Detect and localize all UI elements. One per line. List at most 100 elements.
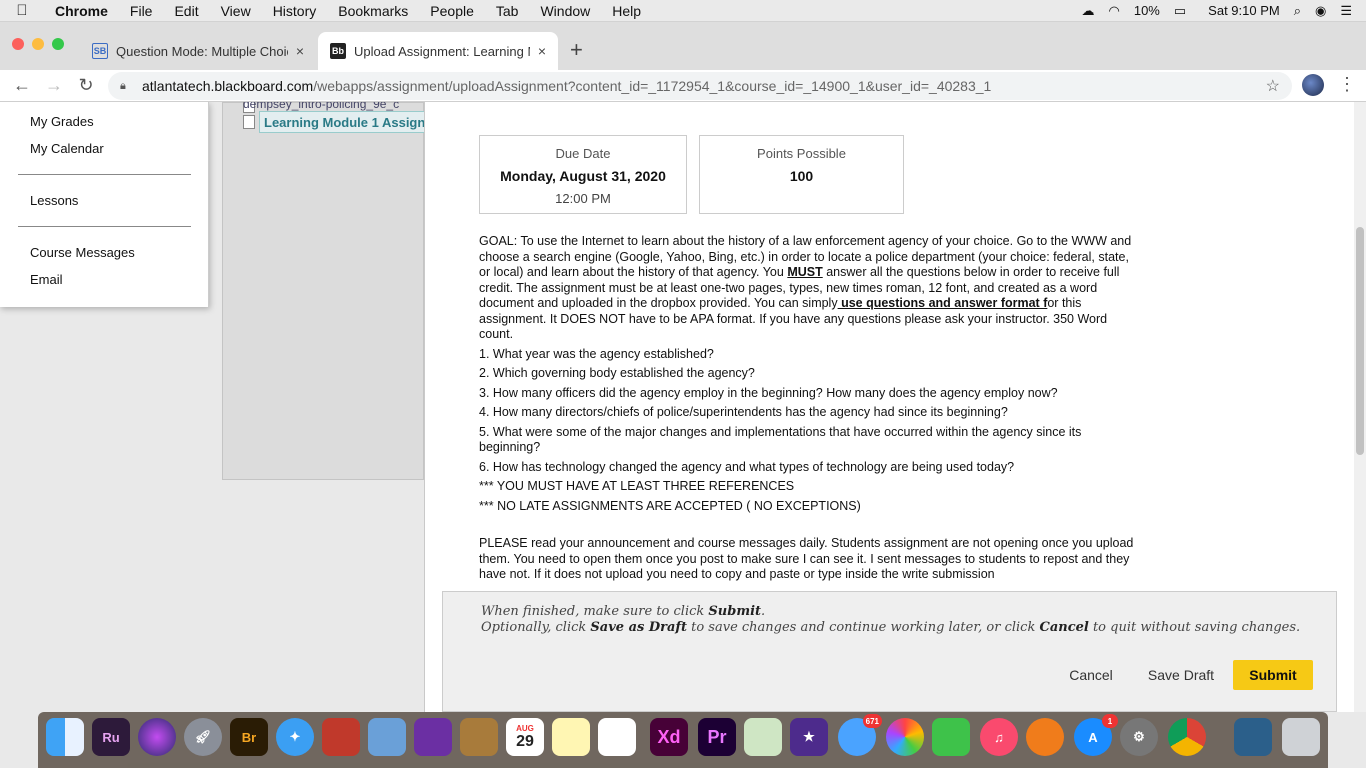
tab-question-mode[interactable]: SB Question Mode: Multiple Choic ×: [80, 32, 316, 70]
save-draft-button[interactable]: Save Draft: [1137, 660, 1225, 690]
due-date-card: Due Date Monday, August 31, 2020 12:00 P…: [479, 135, 687, 214]
tab-upload-assignment[interactable]: Bb Upload Assignment: Learning M ×: [318, 32, 558, 70]
system-preferences-icon[interactable]: ⚙: [1120, 718, 1158, 756]
document-icon: [243, 115, 255, 129]
battery-icon[interactable]: ▭: [1174, 3, 1186, 19]
new-tab-button[interactable]: +: [570, 37, 583, 63]
sb-favicon-icon: SB: [92, 43, 108, 59]
note-text: to quit without saving changes.: [1088, 620, 1301, 635]
creative-cloud-icon[interactable]: ☁: [1082, 3, 1095, 19]
menu-course-messages[interactable]: Course Messages: [30, 245, 135, 260]
menu-my-calendar[interactable]: My Calendar: [30, 141, 104, 156]
notification-center-icon[interactable]: ☰: [1340, 3, 1352, 19]
bookmark-star-icon[interactable]: ☆: [1266, 76, 1280, 96]
imovie-icon[interactable]: ★: [790, 718, 828, 756]
calendar-icon[interactable]: AUG 29: [506, 718, 544, 756]
forward-button[interactable]: →: [38, 75, 70, 96]
menu-tab[interactable]: Tab: [485, 3, 530, 19]
page-viewport: dempsey_intro-policing_9e_c Learning Mod…: [0, 102, 1366, 712]
address-bar[interactable]: 🔒︎ atlantatech.blackboard.com/webapps/as…: [108, 72, 1292, 100]
tree-item-textbook[interactable]: dempsey_intro-policing_9e_c: [243, 102, 423, 111]
chrome-icon[interactable]: [1168, 718, 1206, 756]
messages-badge: 671: [862, 714, 882, 728]
macos-menu-bar:  Chrome File Edit View History Bookmark…: [0, 0, 1366, 22]
menu-bookmarks[interactable]: Bookmarks: [327, 3, 419, 19]
menu-history[interactable]: History: [262, 3, 328, 19]
maps-icon[interactable]: [744, 718, 782, 756]
facetime-icon[interactable]: [932, 718, 970, 756]
menu-window[interactable]: Window: [529, 3, 601, 19]
preview-icon[interactable]: [368, 718, 406, 756]
music-icon[interactable]: ♫: [980, 718, 1018, 756]
tab-title: Question Mode: Multiple Choic: [116, 43, 288, 59]
course-menu-dropdown: My Grades My Calendar Lessons Course Mes…: [0, 102, 209, 307]
safari-icon[interactable]: ✦: [276, 718, 314, 756]
trash-icon[interactable]: [1282, 718, 1320, 756]
submission-footer: When finished, make sure to click Submit…: [442, 591, 1337, 712]
minimize-window-button[interactable]: [32, 38, 44, 50]
bridge-icon[interactable]: Br: [230, 718, 268, 756]
menu-file[interactable]: File: [119, 3, 164, 19]
question-5: 5. What were some of the major changes a…: [479, 424, 1082, 455]
apple-icon[interactable]: : [0, 2, 44, 19]
note-text: Optionally, click: [481, 620, 591, 635]
wifi-icon[interactable]: ◠: [1109, 3, 1120, 19]
menu-chrome[interactable]: Chrome: [44, 3, 119, 19]
points-label: Points Possible: [757, 146, 846, 161]
app-store-icon[interactable]: A1: [1074, 714, 1118, 756]
divider: [18, 226, 191, 227]
clock[interactable]: Sat 9:10 PM: [1208, 3, 1280, 18]
question-4: 4. How many directors/chiefs of police/s…: [479, 405, 1008, 419]
zoom-window-button[interactable]: [52, 38, 64, 50]
contacts-icon[interactable]: [460, 718, 498, 756]
lock-icon[interactable]: 🔒︎: [120, 80, 132, 93]
menu-email[interactable]: Email: [30, 272, 63, 287]
finder-icon[interactable]: [46, 718, 84, 756]
messages-icon[interactable]: 671: [838, 714, 882, 756]
spotlight-search-icon[interactable]: ⌕: [1294, 3, 1301, 19]
window-controls: [12, 38, 64, 50]
back-button[interactable]: ←: [6, 75, 38, 96]
photo-booth-icon[interactable]: [322, 718, 360, 756]
menu-people[interactable]: People: [419, 3, 485, 19]
profile-avatar[interactable]: [1302, 74, 1324, 96]
tree-item-learning-module[interactable]: Learning Module 1 Assignment: [259, 111, 425, 133]
premiere-pro-icon[interactable]: Pr: [698, 718, 736, 756]
motion-icon[interactable]: [414, 718, 452, 756]
reload-button[interactable]: ↻: [70, 75, 102, 96]
question-3: 3. How many officers did the agency empl…: [479, 385, 1058, 400]
due-date-value: Monday, August 31, 2020: [500, 168, 666, 184]
note-emphasis: Submit: [708, 604, 762, 619]
menu-edit[interactable]: Edit: [163, 3, 209, 19]
close-tab-icon[interactable]: ×: [296, 43, 304, 59]
close-tab-icon[interactable]: ×: [538, 43, 546, 59]
reminders-icon[interactable]: [598, 718, 636, 756]
note-emphasis: Cancel: [1039, 620, 1089, 635]
submit-button[interactable]: Submit: [1233, 660, 1313, 690]
menu-help[interactable]: Help: [601, 3, 652, 19]
launchpad-icon[interactable]: 🚀︎: [184, 718, 222, 756]
siri-icon[interactable]: ◉: [1315, 3, 1326, 19]
close-window-button[interactable]: [12, 38, 24, 50]
menu-my-grades[interactable]: My Grades: [30, 114, 94, 129]
battery-percent[interactable]: 10%: [1134, 3, 1160, 18]
scrollbar-thumb[interactable]: [1356, 227, 1364, 455]
cancel-button[interactable]: Cancel: [1053, 660, 1129, 690]
downloads-folder-icon[interactable]: [1234, 718, 1272, 756]
please-paragraph: PLEASE read your announcement and course…: [479, 536, 1134, 581]
adobe-xd-icon[interactable]: Xd: [650, 718, 688, 756]
page-scrollbar[interactable]: [1354, 102, 1366, 712]
notes-icon[interactable]: [552, 718, 590, 756]
chrome-menu-icon[interactable]: ⋮: [1338, 74, 1356, 95]
menu-view[interactable]: View: [210, 3, 262, 19]
premiere-rush-icon[interactable]: Ru: [92, 718, 130, 756]
goal-paragraph: GOAL: To use the Internet to learn about…: [479, 234, 1139, 343]
tab-strip: SB Question Mode: Multiple Choic × Bb Up…: [0, 22, 1366, 70]
question-2: 2. Which governing body established the …: [479, 366, 755, 380]
photos-icon[interactable]: [886, 718, 924, 756]
due-date-label: Due Date: [555, 146, 611, 161]
submit-instructions: When finished, make sure to click Submit…: [481, 604, 1300, 636]
menu-lessons[interactable]: Lessons: [30, 193, 78, 208]
siri-app-icon[interactable]: [138, 718, 176, 756]
books-icon[interactable]: [1026, 718, 1064, 756]
